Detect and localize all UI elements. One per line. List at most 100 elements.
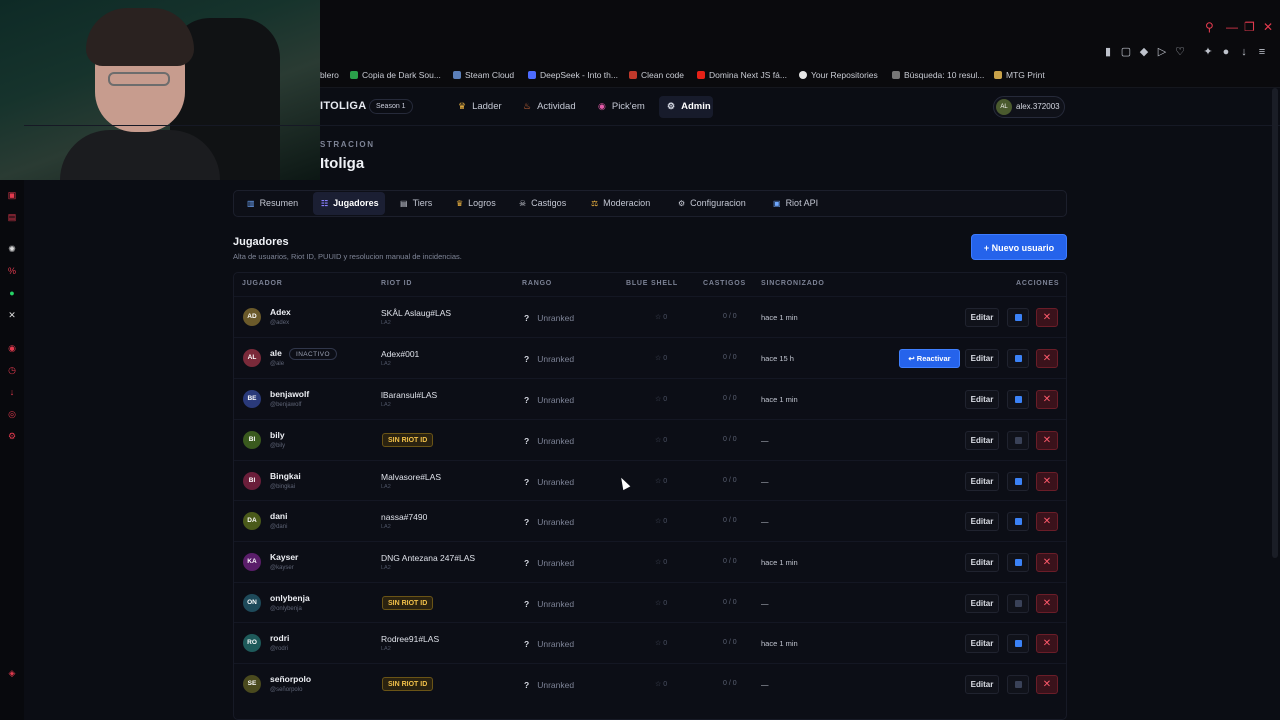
edit-button[interactable]: Editar [965,512,999,531]
bookmark-item[interactable]: Steam Cloud [453,70,514,80]
player-name[interactable]: señorpolo [270,674,311,684]
sync-button[interactable] [1007,431,1029,450]
edit-button[interactable]: Editar [965,349,999,368]
settings-icon[interactable]: ⚙ [7,431,17,441]
bookmark-item[interactable]: Domina Next JS fá... [697,70,787,80]
player-name[interactable]: rodri [270,633,289,643]
edit-button[interactable]: Editar [965,390,999,409]
season-badge[interactable]: Season 1 [369,99,413,114]
sync-button[interactable] [1007,472,1029,491]
menu-icon[interactable]: ≡ [1256,46,1268,58]
tab-tiers[interactable]: ▤ Tiers [400,198,432,208]
edit-button[interactable]: Editar [965,675,999,694]
player-name[interactable]: bily [270,430,285,440]
edit-button[interactable]: Editar [965,472,999,491]
new-user-button[interactable]: + Nuevo usuario [971,234,1067,260]
delete-button[interactable]: ✕ [1036,308,1058,327]
sidebar-app-icon[interactable]: ◈ [7,668,17,678]
sync-button[interactable] [1007,594,1029,613]
tab-resumen[interactable]: ▥ Resumen [247,198,298,208]
edit-button[interactable]: Editar [965,634,999,653]
player-name[interactable]: ale [270,348,282,358]
sidebar-app-icon[interactable]: % [7,266,17,276]
delete-button[interactable]: ✕ [1036,349,1058,368]
delete-button[interactable]: ✕ [1036,553,1058,572]
rank-cell: ? Unranked [524,477,574,487]
history-icon[interactable]: ◷ [7,365,17,375]
tab-castigos[interactable]: ☠ Castigos [519,198,566,208]
page-scrollbar[interactable] [1272,88,1278,558]
close-icon[interactable]: ✕ [1263,20,1273,34]
bookmark-item[interactable]: DeepSeek - Into th... [528,70,618,80]
edit-button[interactable]: Editar [965,553,999,572]
player-name[interactable]: benjawolf [270,389,309,399]
sync-button[interactable] [1007,634,1029,653]
sync-button[interactable] [1007,349,1029,368]
restore-icon[interactable]: ❐ [1244,20,1255,34]
tab-jugadores[interactable]: ☷ Jugadores [321,198,379,208]
edit-button[interactable]: Editar [965,431,999,450]
tab-label: Riot API [785,198,819,208]
heart-icon[interactable]: ♡ [1174,46,1186,58]
player-name[interactable]: Kayser [270,552,298,562]
sidebar-app-icon[interactable]: ▣ [7,190,17,200]
openai-icon[interactable]: ✺ [7,244,17,254]
nav-pickem[interactable]: ◉ Pick'em [598,101,645,112]
bookmark-icon[interactable]: ▮ [1102,46,1114,58]
sync-button[interactable] [1007,675,1029,694]
brand-logo[interactable]: ITOLIGA [320,100,367,112]
delete-button[interactable]: ✕ [1036,594,1058,613]
sidebar-app-icon[interactable]: ▤ [7,212,17,222]
sync-status: hace 1 min [761,639,798,648]
tab-logros[interactable]: ♛ Logros [456,198,496,208]
nav-actividad[interactable]: ♨ Actividad [523,101,576,112]
section-subtitle: Alta de usuarios, Riot ID, PUUID y resol… [233,252,462,261]
play-icon[interactable]: ▷ [1156,46,1168,58]
avatar: DA [243,512,261,530]
castigos-count: 0 / 0 [723,639,737,646]
whatsapp-icon[interactable]: ● [7,288,17,298]
player-handle: @ale [270,361,285,367]
player-name[interactable]: Bingkai [270,471,301,481]
tab-moderacion[interactable]: ⚖ Moderacion [591,198,650,208]
sidebar-app-icon[interactable]: ◉ [7,343,17,353]
bookmark-item[interactable]: Copia de Dark Sou... [350,70,441,80]
bookmark-item[interactable]: blero [320,70,339,80]
nav-admin[interactable]: ⚙ Admin [667,101,711,112]
screenshot-icon[interactable]: ▢ [1120,46,1132,58]
edit-button[interactable]: Editar [965,308,999,327]
browser-sidebar [0,180,24,720]
sync-button[interactable] [1007,390,1029,409]
delete-button[interactable]: ✕ [1036,431,1058,450]
player-name[interactable]: Adex [270,307,291,317]
player-name[interactable]: dani [270,511,287,521]
player-name[interactable]: onlybenja [270,593,310,603]
sync-button[interactable] [1007,512,1029,531]
reactivate-button[interactable]: ↩ Reactivar [899,349,960,368]
tab-riot-api[interactable]: ▣ Riot API [773,198,818,208]
extensions-icon[interactable]: ✦ [1202,46,1214,58]
bookmark-item[interactable]: Búsqueda: 10 resul... [892,70,984,80]
sync-button[interactable] [1007,553,1029,572]
player-handle: @benjawolf [270,402,302,408]
download-icon[interactable]: ↓ [7,387,17,397]
sync-button[interactable] [1007,308,1029,327]
delete-button[interactable]: ✕ [1036,512,1058,531]
delete-button[interactable]: ✕ [1036,675,1058,694]
bookmark-item[interactable]: MTG Print [994,70,1045,80]
shield-icon[interactable]: ◆ [1138,46,1150,58]
x-icon[interactable]: ✕ [7,310,17,320]
bookmark-item[interactable]: Clean code [629,70,684,80]
delete-button[interactable]: ✕ [1036,472,1058,491]
bookmark-item[interactable]: Your Repositories [799,70,878,80]
edit-button[interactable]: Editar [965,594,999,613]
nav-ladder[interactable]: ♛ Ladder [458,101,502,112]
profile-icon[interactable]: ● [1220,46,1232,58]
minimize-icon[interactable]: — [1226,20,1238,34]
tab-configuracion[interactable]: ⚙ Configuracion [678,198,746,208]
sidebar-app-icon[interactable]: ◎ [7,409,17,419]
delete-button[interactable]: ✕ [1036,634,1058,653]
delete-button[interactable]: ✕ [1036,390,1058,409]
download-icon[interactable]: ↓ [1238,46,1250,58]
search-icon[interactable]: ⚲ [1205,20,1214,34]
